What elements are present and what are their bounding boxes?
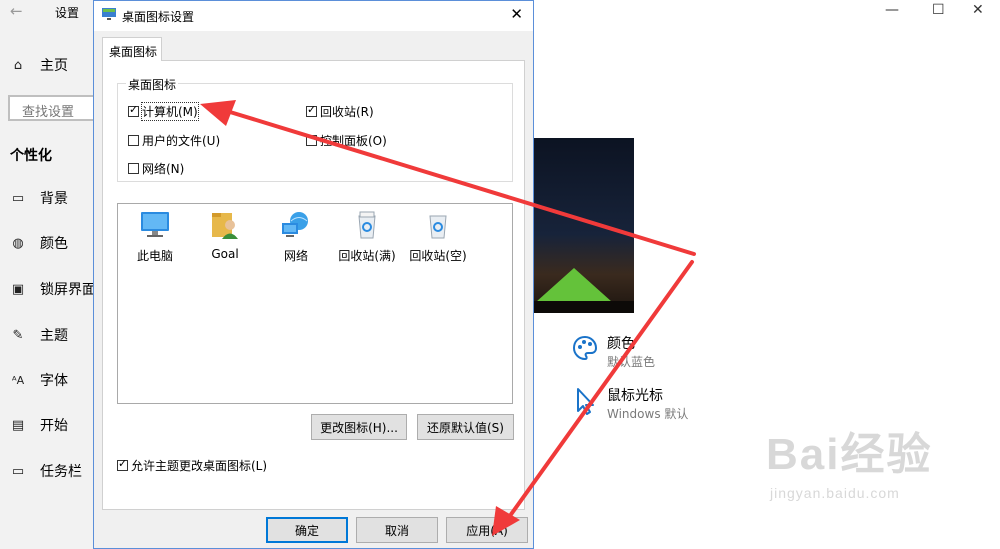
tab-desktop-icons[interactable]: 桌面图标 (102, 37, 162, 61)
arrow-to-apply-button (505, 260, 694, 522)
arrow-to-computer-checkbox (228, 110, 696, 256)
annotation-arrows (200, 100, 696, 536)
arrowhead-icon (200, 100, 236, 126)
tab-label: 桌面图标 (109, 45, 158, 59)
